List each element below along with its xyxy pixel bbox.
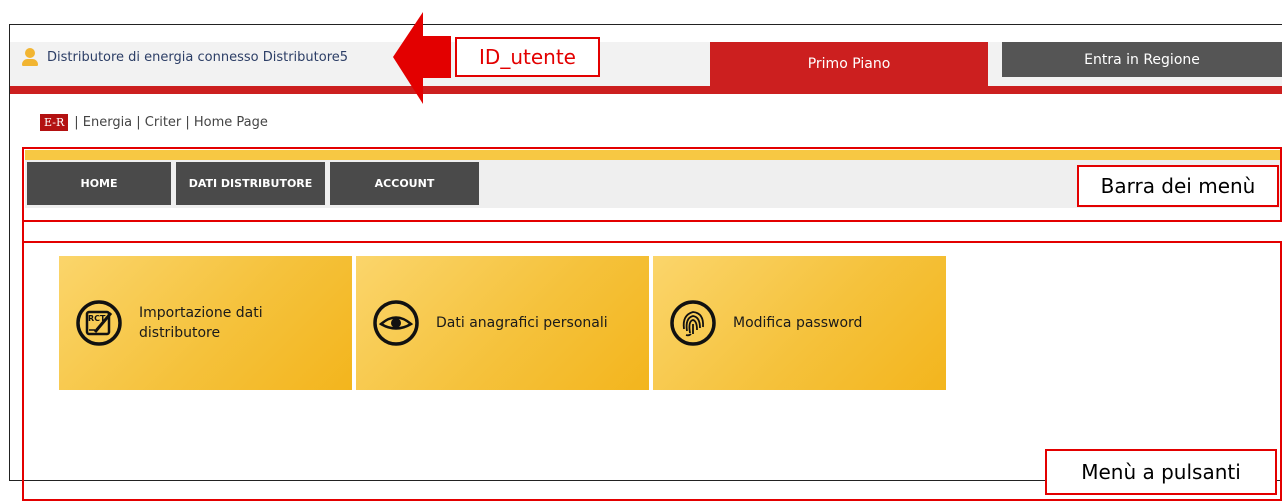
annotation-menu-a-pulsanti: Menù a pulsanti	[1045, 449, 1277, 495]
tab-entra-in-regione[interactable]: Entra in Regione	[1002, 42, 1282, 77]
breadcrumb-path[interactable]: | Energia | Criter | Home Page	[74, 115, 268, 130]
user-id: Distributore di energia connesso Distrib…	[22, 48, 348, 66]
breadcrumb: E-R | Energia | Criter | Home Page	[40, 114, 268, 131]
tab-primo-piano[interactable]: Primo Piano	[710, 42, 988, 92]
user-label: Distributore di energia connesso Distrib…	[47, 49, 349, 65]
annotation-connector	[22, 222, 24, 241]
annotation-id-utente: ID_utente	[455, 37, 600, 77]
annotation-barra-dei-menu: Barra dei menù	[1077, 165, 1279, 207]
arrow-left-icon	[393, 12, 451, 104]
er-logo: E-R	[40, 114, 69, 131]
user-icon	[22, 48, 38, 66]
top-red-line	[10, 86, 1282, 94]
